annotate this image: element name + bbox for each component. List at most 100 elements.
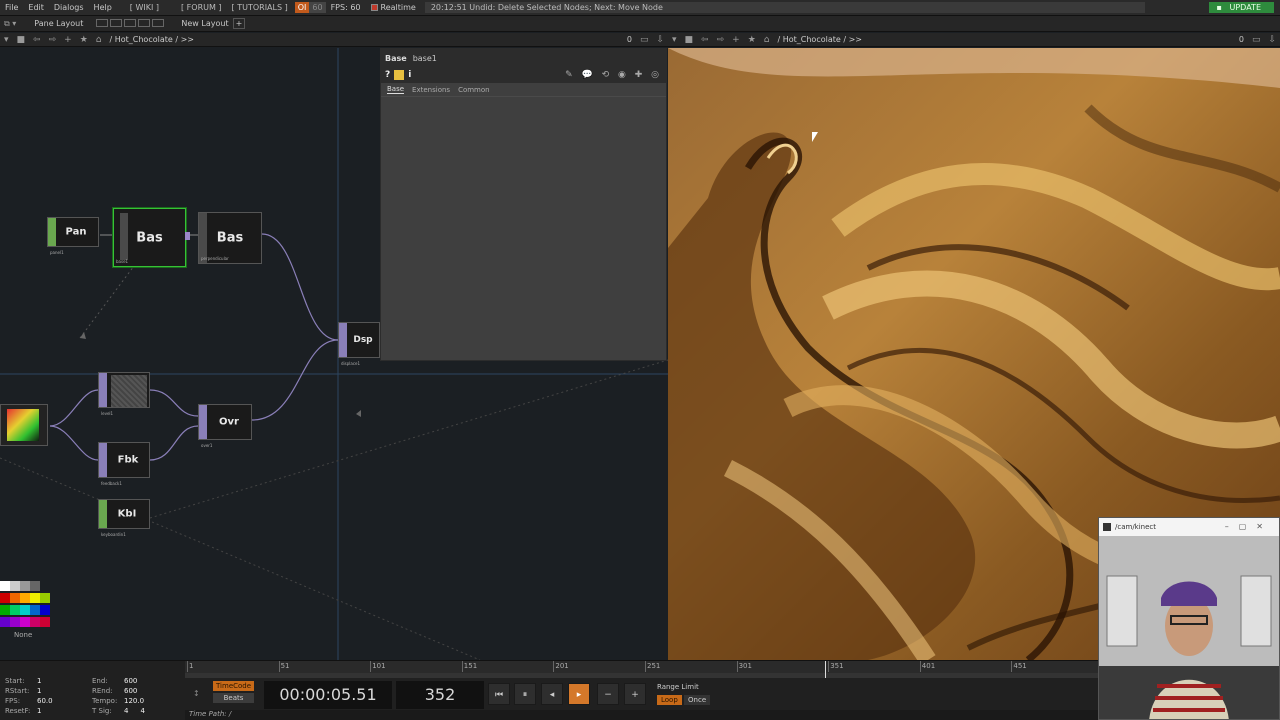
webcam-app-icon: [1103, 523, 1111, 531]
frame-display[interactable]: 352: [396, 681, 484, 709]
tsig-value-1[interactable]: 4: [124, 707, 128, 715]
base-node-label: Bas: [136, 230, 163, 245]
bookmark-icon[interactable]: ★: [80, 35, 88, 45]
resetf-key: ResetF:: [5, 707, 31, 715]
pane-layout-icon[interactable]: ⧉ ▾: [4, 19, 16, 29]
tsig-key: T Sig:: [92, 707, 112, 715]
displace-node-name: displace1: [341, 361, 361, 366]
fps-limit-button[interactable]: 60: [309, 2, 326, 13]
displace-node[interactable]: Dsp displace1: [338, 322, 380, 366]
tab-common[interactable]: Common: [458, 86, 490, 94]
range-limit-label: Range Limit: [657, 683, 699, 691]
layout-grid-icon[interactable]: [95, 18, 165, 29]
viewer-stop-icon[interactable]: ■: [685, 35, 694, 45]
rend-key: REnd:: [92, 687, 113, 695]
end-value[interactable]: 600: [124, 677, 137, 685]
timeline-ruler[interactable]: 1 51 101 151 201 251 301 351 401 451: [185, 661, 1100, 673]
home-icon[interactable]: ⌂: [96, 35, 102, 45]
tempo-key: Tempo:: [92, 697, 118, 705]
wiki-link[interactable]: [ WIKI ]: [125, 3, 164, 12]
timeline-stats: Start: 1 End: 600 RStart: 1 REnd: 600 FPS: 60…: [0, 675, 184, 717]
network-path[interactable]: / Hot_Chocolate / >>: [109, 35, 194, 44]
viewer-split-icon[interactable]: ▭: [1252, 35, 1261, 45]
pause-button[interactable]: ⏸: [514, 683, 536, 705]
keyboard-in-node[interactable]: KbI keyboardin1: [98, 499, 150, 537]
realtime-toggle[interactable]: Realtime: [366, 3, 421, 12]
pane-layout-bar: ⧉ ▾ Pane Layout New Layout +: [0, 16, 1280, 32]
rstart-value[interactable]: 1: [37, 687, 41, 695]
rend-value[interactable]: 600: [124, 687, 137, 695]
ruler-tick: 101: [370, 661, 386, 672]
timeline-bar[interactable]: [185, 661, 1100, 678]
once-button[interactable]: Once: [684, 695, 711, 705]
base-node-selected[interactable]: Bas base1: [113, 208, 190, 267]
resetf-value[interactable]: 1: [37, 707, 41, 715]
add-icon[interactable]: +: [64, 35, 72, 45]
start-value[interactable]: 1: [37, 677, 41, 685]
step-plus-button[interactable]: +: [624, 683, 646, 705]
viewer-path[interactable]: / Hot_Chocolate / >>: [777, 35, 862, 44]
step-back-button[interactable]: ◂: [541, 683, 563, 705]
back-icon[interactable]: ⇦: [33, 35, 41, 45]
beats-mode-button[interactable]: Beats: [213, 693, 255, 703]
palette-none-label[interactable]: None: [14, 631, 32, 639]
tab-base[interactable]: Base: [387, 85, 405, 94]
viewer-bookmark-icon[interactable]: ★: [748, 35, 756, 45]
playhead[interactable]: [825, 661, 826, 678]
split-icon[interactable]: ▭: [640, 35, 649, 45]
oi-button[interactable]: OI: [294, 2, 310, 13]
new-layout-label[interactable]: New Layout: [181, 19, 228, 28]
help-icon[interactable]: ?: [385, 70, 390, 80]
parameter-tool-icons[interactable]: ✎ 💬 ⟲ ◉ ✚ ◎: [565, 70, 662, 80]
end-key: End:: [92, 677, 108, 685]
parameter-tabs: Base Extensions Common: [381, 83, 666, 97]
update-button[interactable]: ▪ UPDATE: [1208, 2, 1274, 13]
panel-node[interactable]: Pan panel1: [47, 217, 99, 255]
color-palette[interactable]: None: [0, 581, 52, 659]
menu-file[interactable]: File: [0, 3, 23, 12]
viewer-add-icon[interactable]: +: [732, 35, 740, 45]
webcam-window[interactable]: /cam/kinect –▢✕: [1098, 517, 1280, 720]
tempo-value[interactable]: 120.0: [124, 697, 144, 705]
python-icon[interactable]: [394, 70, 405, 80]
pane-menu-icon[interactable]: ▾: [4, 35, 9, 45]
viewer-back-icon[interactable]: ⇦: [701, 35, 709, 45]
timecode-mode-button[interactable]: TimeCode: [213, 681, 255, 691]
window-controls[interactable]: –▢✕: [1225, 522, 1273, 531]
perpendicular-node[interactable]: Bas perpendicular: [198, 212, 262, 264]
timecode-display[interactable]: 00:00:05.51: [264, 681, 392, 709]
down-icon[interactable]: ⇩: [656, 35, 664, 45]
stop-icon[interactable]: ■: [17, 35, 26, 45]
info-icon[interactable]: i: [408, 70, 411, 80]
over-node[interactable]: Ovr over1: [198, 404, 252, 448]
viewer-pane-menu-icon[interactable]: ▾: [672, 35, 677, 45]
loop-button[interactable]: Loop: [657, 695, 682, 705]
menu-dialogs[interactable]: Dialogs: [49, 3, 89, 12]
timeline-collapse-icon[interactable]: ↕: [193, 689, 200, 698]
range-limit: Range Limit Loop Once: [657, 683, 711, 705]
forward-icon[interactable]: ⇨: [49, 35, 57, 45]
menu-help[interactable]: Help: [89, 3, 117, 12]
level-node-strip: [99, 373, 107, 407]
parameter-header: Base base1: [381, 49, 666, 67]
fps-value[interactable]: 60.0: [37, 697, 53, 705]
rewind-button[interactable]: ⏮: [488, 683, 510, 705]
viewer-down-icon[interactable]: ⇩: [1268, 35, 1276, 45]
menu-bar: File Edit Dialogs Help [ WIKI ] [ FORUM …: [0, 0, 1280, 16]
level-node[interactable]: level1: [98, 372, 150, 416]
rstart-key: RStart:: [5, 687, 30, 695]
operator-name[interactable]: base1: [413, 54, 437, 63]
forum-link[interactable]: [ FORUM ]: [176, 3, 227, 12]
viewer-home-icon[interactable]: ⌂: [764, 35, 770, 45]
play-button[interactable]: ▸: [568, 683, 590, 705]
add-layout-button[interactable]: +: [232, 18, 246, 29]
tab-extensions[interactable]: Extensions: [412, 86, 450, 94]
menu-edit[interactable]: Edit: [23, 3, 49, 12]
step-minus-button[interactable]: −: [597, 683, 619, 705]
viewer-forward-icon[interactable]: ⇨: [717, 35, 725, 45]
tsig-value-2[interactable]: 4: [140, 707, 144, 715]
tutorials-link[interactable]: [ TUTORIALS ]: [227, 3, 293, 12]
color-ramp-node[interactable]: [0, 404, 48, 446]
feedback-node[interactable]: Fbk feedback1: [98, 442, 150, 486]
realtime-label: Realtime: [380, 3, 416, 12]
